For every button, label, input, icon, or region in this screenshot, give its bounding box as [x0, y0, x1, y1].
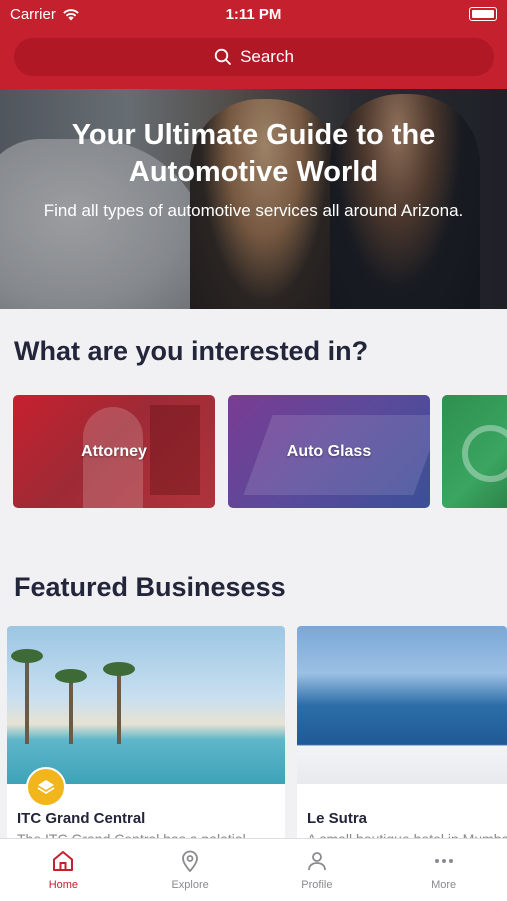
business-card-itc-grand-central[interactable]: ITC Grand Central The ITC Grand Central …	[7, 626, 285, 866]
business-photo	[7, 626, 285, 784]
interests-heading: What are you interested in?	[14, 336, 369, 366]
battery-icon	[469, 7, 497, 21]
hero-title: Your Ultimate Guide to the Automotive Wo…	[71, 119, 436, 188]
tab-label: Home	[48, 879, 79, 891]
business-name: ITC Grand Central	[17, 810, 146, 827]
location-pin-icon	[182, 850, 199, 873]
category-third[interactable]	[442, 395, 507, 508]
more-dots-icon	[434, 859, 453, 863]
featured-badge-icon	[26, 767, 66, 807]
category-label: Auto Glass	[286, 442, 372, 460]
tab-home[interactable]: Home	[0, 839, 127, 901]
business-name: Le Sutra	[307, 810, 368, 827]
tab-bar: Home Explore Profile More	[0, 838, 507, 901]
search-header: Search	[0, 30, 507, 89]
search-icon	[214, 48, 231, 65]
business-card-le-sutra[interactable]: Le Sutra A small boutique hotel in Mumba…	[297, 626, 507, 866]
layers-icon	[37, 780, 55, 795]
hero-banner: Your Ultimate Guide to the Automotive Wo…	[0, 89, 507, 309]
category-label: Attorney	[81, 442, 147, 460]
user-icon	[307, 852, 326, 871]
business-photo	[297, 626, 507, 784]
tab-label: Profile	[301, 879, 333, 891]
tab-explore[interactable]: Explore	[127, 839, 254, 901]
home-icon	[53, 851, 74, 871]
tab-more[interactable]: More	[380, 839, 507, 901]
tab-label: Explore	[171, 879, 209, 891]
tab-profile[interactable]: Profile	[254, 839, 381, 901]
status-bar: Carrier 1:11 PM	[0, 0, 507, 30]
search-bar[interactable]: Search	[14, 38, 494, 76]
category-auto-glass[interactable]: Auto Glass	[228, 395, 430, 508]
hero-subtitle: Find all types of automotive services al…	[43, 201, 464, 220]
category-attorney[interactable]: Attorney	[13, 395, 215, 508]
tab-label: More	[431, 879, 457, 891]
search-label: Search	[240, 47, 294, 66]
status-time: 1:11 PM	[225, 6, 282, 23]
featured-heading: Featured Businesess	[14, 572, 286, 602]
